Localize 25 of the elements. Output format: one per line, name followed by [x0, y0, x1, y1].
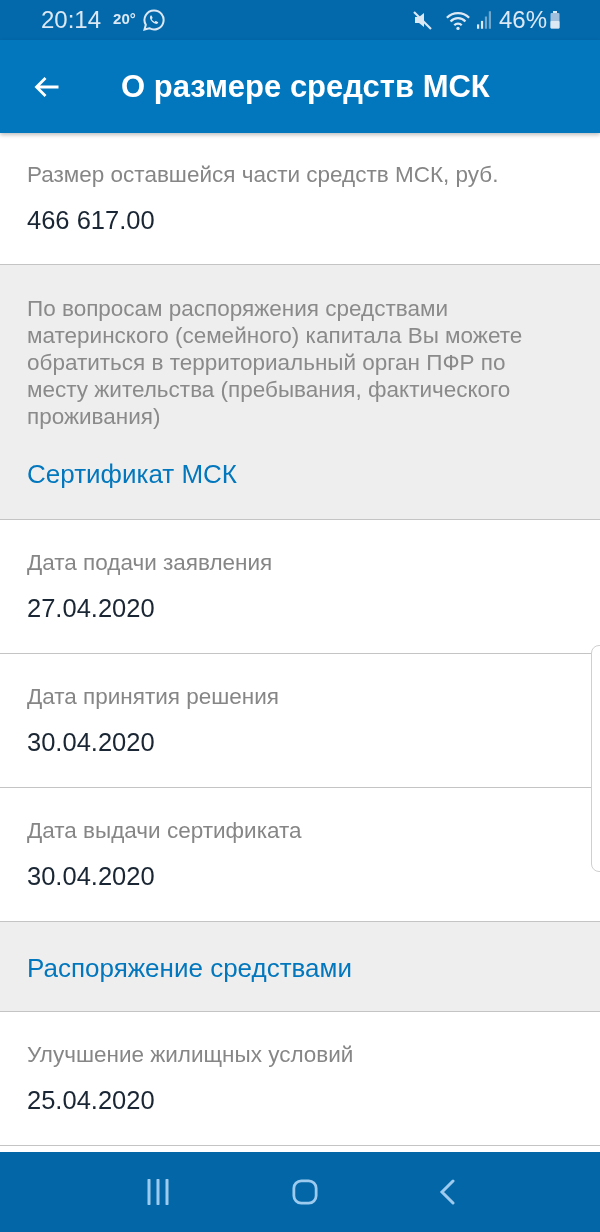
- battery-icon: [550, 11, 560, 29]
- field-value: 30.04.2020: [27, 727, 155, 758]
- field-label: Размер оставшейся части средств МСК, руб.: [27, 161, 499, 189]
- field-value: 25.04.2020: [27, 1085, 155, 1116]
- home-icon[interactable]: [292, 1179, 318, 1205]
- field-label: Дата подачи заявления: [27, 549, 273, 577]
- wifi-icon: [444, 9, 471, 31]
- recent-apps-icon[interactable]: [145, 1179, 172, 1205]
- section-link[interactable]: Распоряжение средствами: [27, 952, 352, 984]
- signal-icon: [476, 11, 491, 29]
- status-temperature: 20°: [113, 9, 136, 27]
- chat-bubble-icon: [141, 8, 166, 32]
- field-value: 27.04.2020: [27, 593, 155, 624]
- status-time: 20:14: [41, 6, 102, 34]
- certificate-link[interactable]: Сертификат МСК: [27, 458, 238, 490]
- screen-title: О размере средств МСК: [121, 68, 490, 105]
- notice-text: По вопросам распоряжения средствами материнского (семейного) капитала Вы можете обратиться в территориальный орган ПФР по месту жительства (пребывания, фактического проживания): [27, 295, 524, 430]
- field-label: Улучшение жилищных условий: [27, 1041, 354, 1069]
- battery-percent: 46%: [498, 6, 547, 34]
- back-arrow-icon[interactable]: [33, 75, 60, 98]
- field-value: 30.04.2020: [27, 861, 155, 892]
- field-label: Дата принятия решения: [27, 683, 280, 711]
- back-icon[interactable]: [438, 1179, 455, 1205]
- field-label: Дата выдачи сертификата: [27, 817, 302, 845]
- field-value: 466 617.00: [27, 205, 155, 236]
